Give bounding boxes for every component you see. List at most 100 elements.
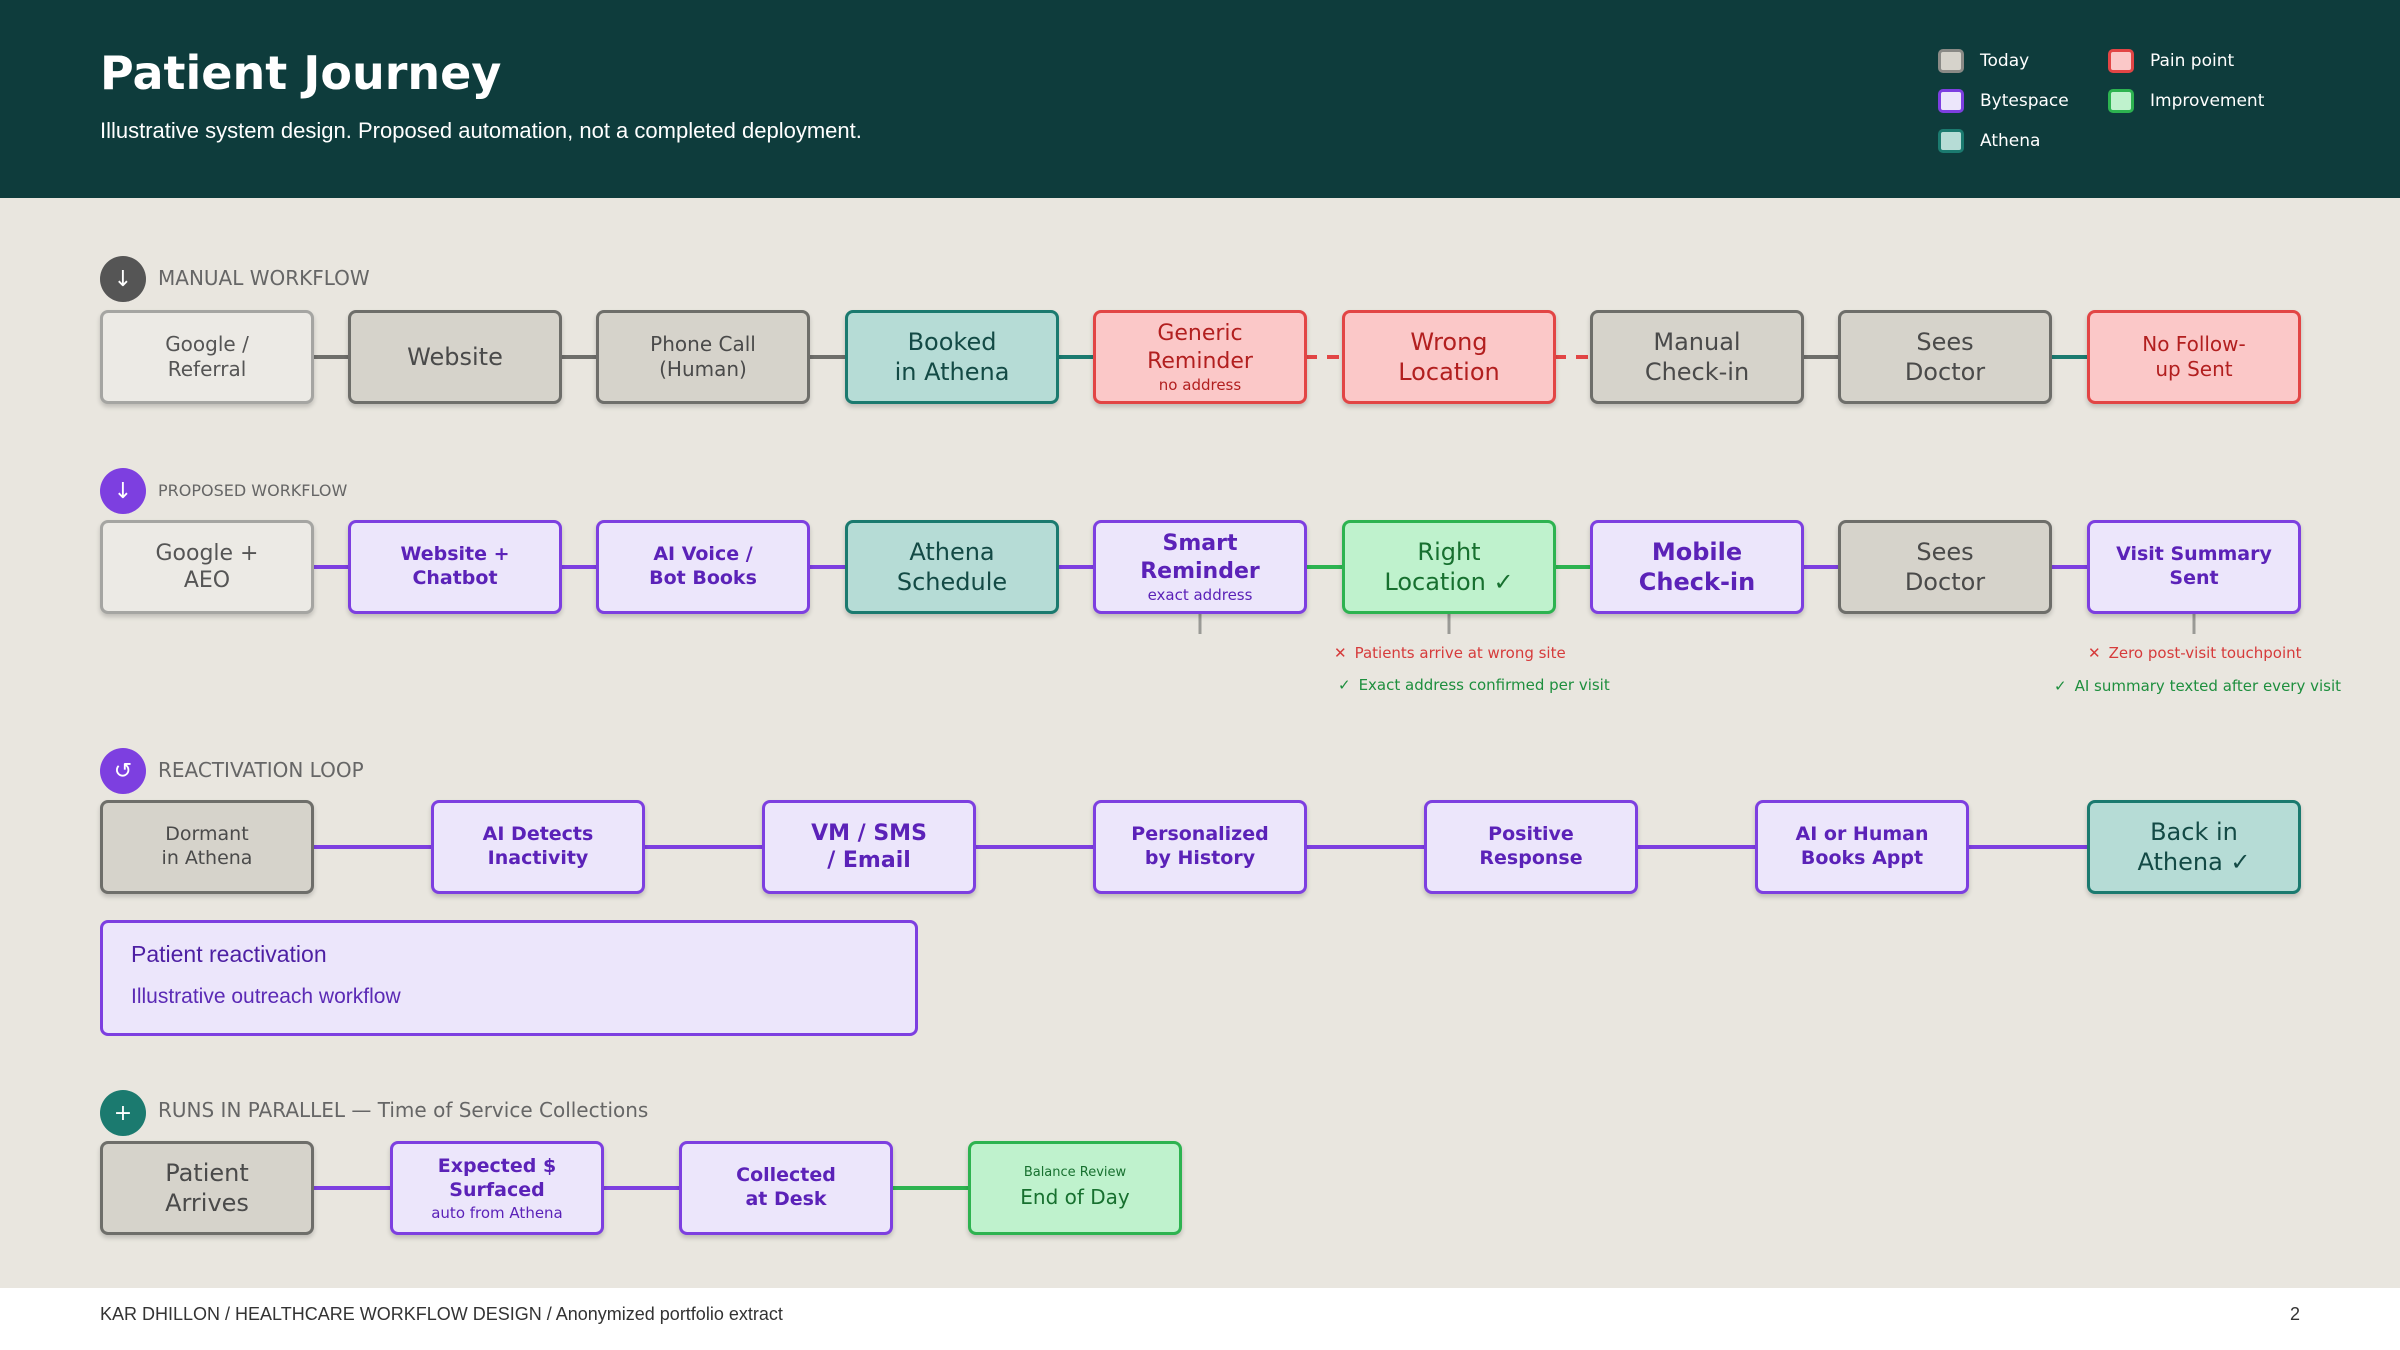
node-label: Manual Check-in <box>1644 328 1750 386</box>
location-problem-annotation: ✕ Patients arrive at wrong site <box>1334 644 1566 662</box>
followup-fix-text: AI summary texted after every visit <box>2074 677 2342 695</box>
node-label: VM / SMS / Email <box>811 820 927 874</box>
parallel-section-label: RUNS IN PARALLEL — Time of Service Colle… <box>158 1098 649 1122</box>
node-label: AI or Human Books Appt <box>1795 823 1929 869</box>
journey-canvas: ↓ MANUAL WORKFLOW ↓ PROPOSED WORKFLOW ↺ … <box>0 198 2400 1288</box>
proposed-node-mobile-check-in: Mobile Check-in <box>1590 520 1804 614</box>
manual-section-icon: ↓ <box>100 256 146 302</box>
parallel-section-icon: + <box>100 1090 146 1136</box>
node-label: Wrong Location <box>1398 328 1500 386</box>
header-bar: Patient Journey Illustrative system desi… <box>0 0 2400 198</box>
check-icon: ✓ <box>1338 676 1351 694</box>
legend-item-pain-point: Pain point <box>2108 46 2234 76</box>
location-problem-text: Patients arrive at wrong site <box>1354 644 1566 662</box>
node-label: Collected at Desk <box>736 1164 836 1210</box>
legend-swatch <box>1938 49 1964 73</box>
legend-item-athena: Athena <box>1938 126 2040 156</box>
followup-problem-text: Zero post-visit touchpoint <box>2108 644 2302 662</box>
manual-node-phone-call-human: Phone Call (Human) <box>596 310 810 404</box>
node-note: exact address <box>1147 586 1253 605</box>
reactivation-card: Patient reactivation Illustrative outrea… <box>100 920 918 1036</box>
node-label: Expected $ Surfaced <box>437 1155 557 1201</box>
node-label: Right Location ✓ <box>1384 538 1514 596</box>
legend-item-bytespace: Bytespace <box>1938 86 2069 116</box>
node-label: AI Detects Inactivity <box>482 823 594 869</box>
legend-label: Bytespace <box>1980 91 2069 111</box>
proposed-node-ai-voice-bot-books: AI Voice / Bot Books <box>596 520 810 614</box>
node-label: Back in Athena ✓ <box>2137 818 2251 876</box>
node-label: Sees Doctor <box>1904 538 1986 596</box>
node-label: Website <box>407 343 503 371</box>
manual-node-sees-doctor: Sees Doctor <box>1838 310 2052 404</box>
node-pre-label: Balance Review <box>1023 1165 1127 1181</box>
manual-node-booked-in-athena: Booked in Athena <box>845 310 1059 404</box>
manual-node-google-referral: Google / Referral <box>100 310 314 404</box>
legend-swatch <box>2108 49 2134 73</box>
legend-swatch <box>2108 89 2134 113</box>
proposed-node-smart-reminder: Smart Reminder exact address <box>1093 520 1307 614</box>
node-label: Mobile Check-in <box>1638 538 1756 596</box>
manual-node-generic-reminder: Generic Reminder no address <box>1093 310 1307 404</box>
manual-node-website: Website <box>348 310 562 404</box>
legend-label: Athena <box>1980 131 2041 151</box>
parallel-node-expected-surfaced: Expected $ Surfaced auto from Athena <box>390 1141 604 1235</box>
legend-swatch <box>1938 129 1964 153</box>
footer-text: KAR DHILLON / HEALTHCARE WORKFLOW DESIGN… <box>100 1304 783 1324</box>
reactivation-node-personalized-by-history: Personalized by History <box>1093 800 1307 894</box>
proposed-node-visit-summary-sent: Visit Summary Sent <box>2087 520 2301 614</box>
page-title: Patient Journey <box>100 46 502 100</box>
location-fix-annotation: ✓ Exact address confirmed per visit <box>1338 676 1610 694</box>
proposed-node-athena-schedule: Athena Schedule <box>845 520 1059 614</box>
proposed-section-label: PROPOSED WORKFLOW <box>158 481 348 500</box>
node-label: Patient Arrives <box>165 1159 249 1217</box>
node-label: Phone Call (Human) <box>650 332 756 381</box>
node-label: Google / Referral <box>165 332 249 381</box>
legend-swatch <box>1938 89 1964 113</box>
node-label: End of Day <box>1020 1184 1130 1209</box>
cross-icon: ✕ <box>1334 644 1347 662</box>
proposed-node-website-chatbot: Website + Chatbot <box>348 520 562 614</box>
proposed-section-icon: ↓ <box>100 468 146 514</box>
followup-problem-annotation: ✕ Zero post-visit touchpoint <box>2088 644 2302 662</box>
node-label: Smart Reminder <box>1140 531 1260 584</box>
reactivation-node-dormant-in-athena: Dormant in Athena <box>100 800 314 894</box>
reactivation-node-ai-or-human-books-appt: AI or Human Books Appt <box>1755 800 1969 894</box>
legend-item-today: Today <box>1938 46 2029 76</box>
cross-icon: ✕ <box>2088 644 2101 662</box>
manual-node-wrong-location: Wrong Location <box>1342 310 1556 404</box>
proposed-node-sees-doctor: Sees Doctor <box>1838 520 2052 614</box>
location-fix-text: Exact address confirmed per visit <box>1358 676 1610 694</box>
node-label: Sees Doctor <box>1904 328 1986 386</box>
legend-label: Pain point <box>2150 51 2235 71</box>
node-label: Dormant in Athena <box>161 823 253 869</box>
reactivation-card-title: Patient reactivation <box>131 941 327 967</box>
footer: KAR DHILLON / HEALTHCARE WORKFLOW DESIGN… <box>0 1288 2400 1350</box>
node-label: AI Voice / Bot Books <box>649 543 757 589</box>
reactivation-node-back-in-athena: Back in Athena ✓ <box>2087 800 2301 894</box>
reactivation-node-ai-detects-inactivity: AI Detects Inactivity <box>431 800 645 894</box>
page-subtitle: Illustrative system design. Proposed aut… <box>100 118 862 143</box>
parallel-node-collected-at-desk: Collected at Desk <box>679 1141 893 1235</box>
node-label: Visit Summary Sent <box>2116 543 2272 589</box>
parallel-node-patient-arrives: Patient Arrives <box>100 1141 314 1235</box>
page-number: 2 <box>2289 1304 2300 1324</box>
manual-node-manual-check-in: Manual Check-in <box>1590 310 1804 404</box>
manual-section-label: MANUAL WORKFLOW <box>158 266 370 290</box>
node-note: auto from Athena <box>431 1203 563 1222</box>
reactivation-node-vm-sms-email: VM / SMS / Email <box>762 800 976 894</box>
legend-label: Today <box>1980 51 2030 71</box>
node-note: no address <box>1158 376 1242 395</box>
proposed-node-google-aeo: Google + AEO <box>100 520 314 614</box>
node-label: No Follow- up Sent <box>2142 332 2246 381</box>
node-label: Athena Schedule <box>896 538 1008 596</box>
check-icon: ✓ <box>2054 677 2067 695</box>
reactivation-card-subtitle: Illustrative outreach workflow <box>131 985 401 1008</box>
node-label: Booked in Athena <box>894 328 1010 386</box>
reactivation-node-positive-response: Positive Response <box>1424 800 1638 894</box>
parallel-node-end-of-day: Balance Review End of Day <box>968 1141 1182 1235</box>
legend-item-improvement: Improvement <box>2108 86 2264 116</box>
node-label: Google + AEO <box>155 540 259 594</box>
node-label: Generic Reminder <box>1147 321 1253 374</box>
followup-fix-annotation: ✓ AI summary texted after every visit <box>2054 677 2341 695</box>
manual-node-no-follow-up-sent: No Follow- up Sent <box>2087 310 2301 404</box>
